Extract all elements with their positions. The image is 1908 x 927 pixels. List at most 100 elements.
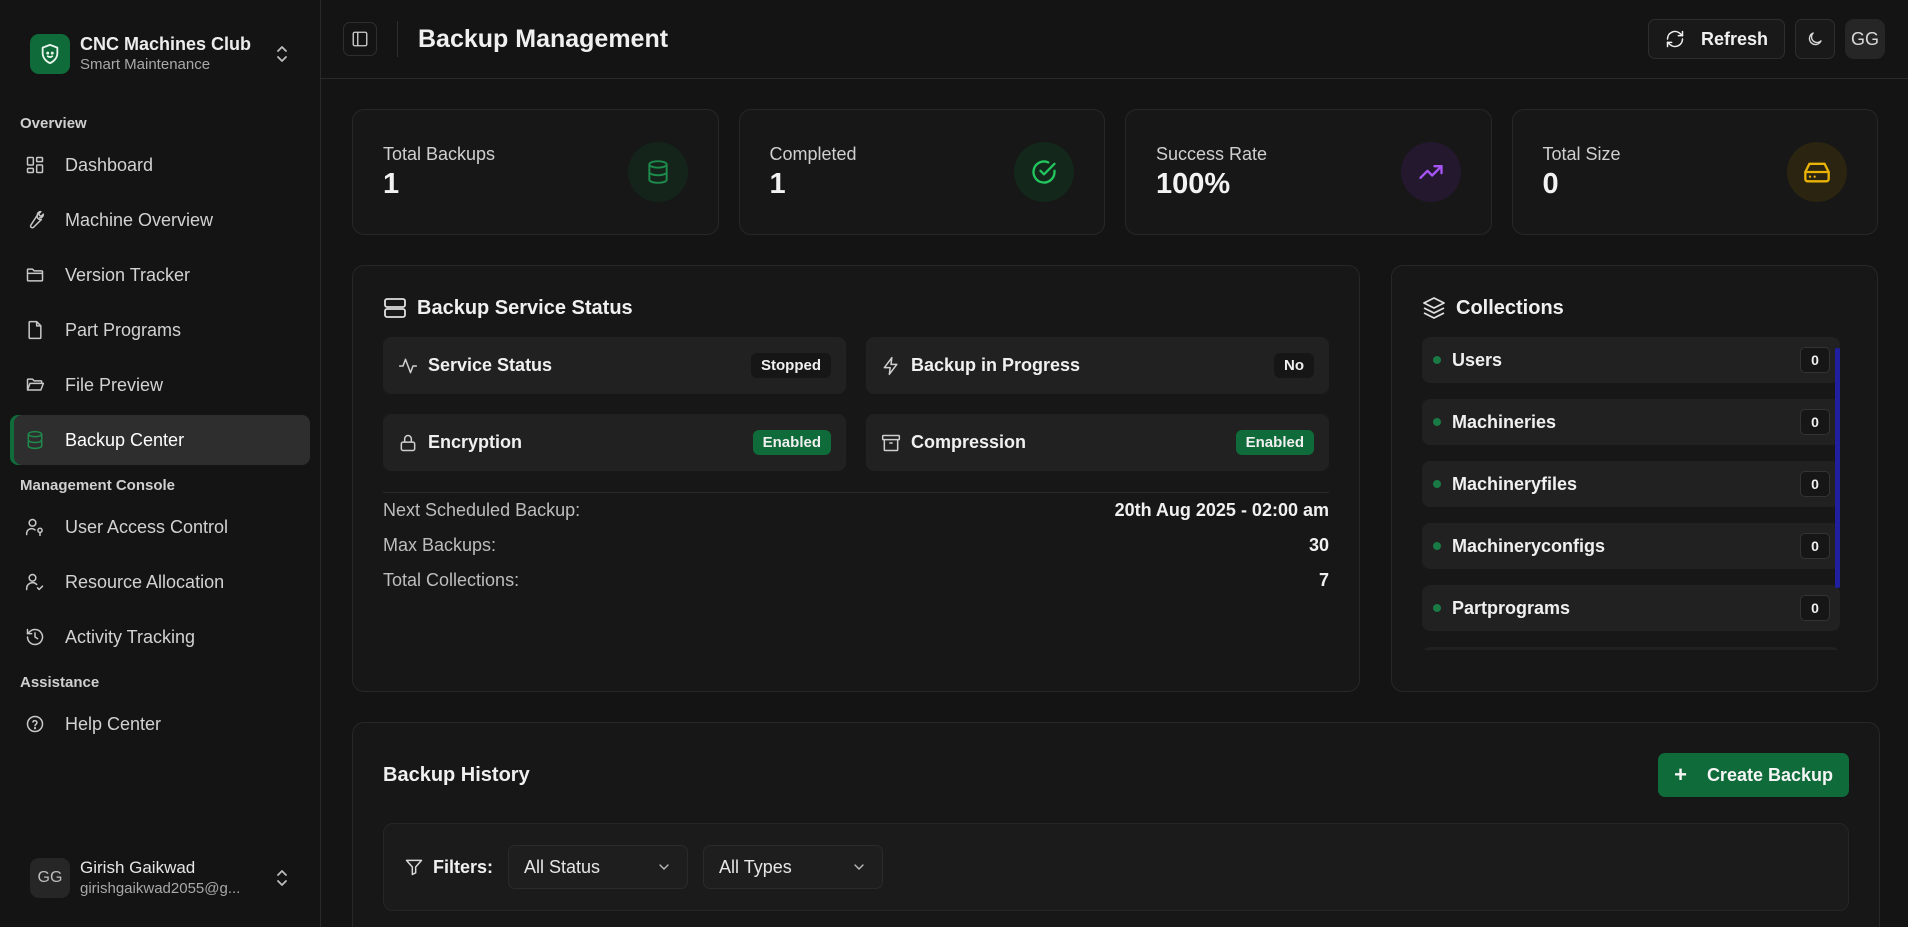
trending-up-icon xyxy=(1400,142,1461,202)
sidebar-item-help-center[interactable]: Help Center xyxy=(10,699,310,749)
section-title: Backup History xyxy=(383,763,530,786)
brand-switcher[interactable]: CNC Machines Club Smart Maintenance xyxy=(0,0,320,108)
refresh-button[interactable]: Refresh xyxy=(1647,19,1785,59)
lock-icon xyxy=(400,434,416,451)
stat-label: Completed xyxy=(769,144,857,164)
collection-name: Machineries xyxy=(1452,411,1557,432)
detail-key: Total Collections: xyxy=(383,570,520,590)
sidebar-item-user-access-control[interactable]: User Access Control xyxy=(10,502,310,552)
main-content: Backup Management Refresh GG Total Backu… xyxy=(321,0,1908,927)
select-value: All Status xyxy=(524,856,601,877)
stat-label: Total Size xyxy=(1542,144,1621,164)
detail-key: Max Backups: xyxy=(383,535,497,555)
database-icon xyxy=(627,142,688,202)
detail-value: 30 xyxy=(1308,535,1329,555)
status-dot xyxy=(1433,542,1441,550)
user-name: Girish Gaikwad xyxy=(80,858,196,877)
collections-card: Collections Users 0 Machineries 0 Machin… xyxy=(1391,265,1878,692)
sidebar-item-label: Help Center xyxy=(65,713,162,734)
collection-count: 0 xyxy=(1800,409,1830,435)
stat-card-total-backups: Total Backups 1 xyxy=(352,109,719,235)
create-backup-button[interactable]: + Create Backup xyxy=(1658,753,1849,797)
scrollbar[interactable] xyxy=(1835,348,1840,588)
status-dot xyxy=(1433,604,1441,612)
tile-label: Backup in Progress xyxy=(911,355,1081,375)
wrench-icon xyxy=(29,210,45,229)
status-filter-select[interactable]: All Status xyxy=(508,845,689,889)
stat-value: 1 xyxy=(383,168,400,200)
plus-icon: + xyxy=(1674,762,1687,787)
chevrons-up-down-icon xyxy=(277,46,287,62)
layers-icon xyxy=(1423,297,1445,319)
refresh-icon xyxy=(1666,30,1684,48)
sidebar-item-label: Resource Allocation xyxy=(65,571,225,592)
stat-value: 0 xyxy=(1542,168,1559,200)
group-label-assistance: Assistance xyxy=(20,674,100,691)
sidebar-item-dashboard[interactable]: Dashboard xyxy=(10,140,310,190)
sidebar-item-label: Dashboard xyxy=(65,154,154,175)
check-circle-icon xyxy=(1014,142,1074,202)
detail-value: 20th Aug 2025 - 02:00 am xyxy=(1114,500,1329,520)
archive-icon xyxy=(881,434,901,451)
sidebar-item-label: Machine Overview xyxy=(65,209,214,230)
select-value: All Types xyxy=(719,856,792,877)
list-item: Machineryfiles 0 xyxy=(1422,461,1840,507)
hard-drive-icon xyxy=(1787,142,1847,202)
card-title: Collections xyxy=(1456,296,1564,319)
grid-icon xyxy=(26,156,44,174)
folder-icon xyxy=(26,268,44,282)
stat-card-completed: Completed 1 xyxy=(738,109,1105,235)
detail-row-total-collections: Total Collections: 7 xyxy=(383,563,1329,598)
sidebar-toggle-button[interactable] xyxy=(343,22,377,56)
collections-list[interactable]: Users 0 Machineries 0 Machineryfiles 0 M… xyxy=(1422,337,1840,650)
status-badge: Enabled xyxy=(1235,430,1314,455)
stat-card-success-rate: Success Rate 100% xyxy=(1125,109,1492,235)
help-circle-icon xyxy=(26,715,44,733)
chevron-down-icon xyxy=(659,864,669,870)
server-icon xyxy=(384,298,406,318)
collection-name: Partprograms xyxy=(1452,597,1571,618)
status-dot xyxy=(1433,418,1441,426)
detail-value: 7 xyxy=(1318,570,1329,590)
stat-label: Success Rate xyxy=(1156,144,1268,164)
status-dot xyxy=(1433,356,1441,364)
detail-key: Next Scheduled Backup: xyxy=(383,500,581,520)
refresh-label: Refresh xyxy=(1700,28,1768,49)
sidebar-item-machine-overview[interactable]: Machine Overview xyxy=(10,195,310,245)
tile-service-status: Service Status Stopped xyxy=(383,337,846,394)
list-item: Machineryconfigs 0 xyxy=(1422,523,1840,569)
sidebar-item-backup-center[interactable]: Backup Center xyxy=(10,415,310,465)
card-title: Backup Service Status xyxy=(417,296,633,319)
sidebar-item-part-programs[interactable]: Part Programs xyxy=(10,305,310,355)
avatar[interactable]: GG xyxy=(1845,19,1885,59)
tile-label: Service Status xyxy=(428,355,553,375)
type-filter-select[interactable]: All Types xyxy=(703,845,884,889)
collection-count: 0 xyxy=(1800,347,1830,373)
sidebar: CNC Machines Club Smart Maintenance Over… xyxy=(0,0,321,927)
sidebar-item-file-preview[interactable]: File Preview xyxy=(10,360,310,410)
status-badge: No xyxy=(1274,353,1314,378)
tile-encryption: Encryption Enabled xyxy=(383,414,846,471)
brand-title: CNC Machines Club xyxy=(80,34,252,54)
collection-name: Machineryfiles xyxy=(1452,473,1578,494)
sidebar-item-activity-tracking[interactable]: Activity Tracking xyxy=(10,612,310,662)
list-item-partial xyxy=(1422,647,1840,650)
theme-toggle-button[interactable] xyxy=(1795,19,1835,59)
user-menu[interactable]: GG Girish Gaikwad girishgaikwad2055@g... xyxy=(0,829,320,927)
status-badge: Stopped xyxy=(751,353,831,378)
topbar: Backup Management Refresh GG xyxy=(321,0,1908,79)
group-label-management-console: Management Console xyxy=(20,477,176,494)
zap-icon xyxy=(883,356,898,375)
panel-left-icon xyxy=(352,31,368,47)
divider xyxy=(397,21,398,57)
sidebar-item-version-tracker[interactable]: Version Tracker xyxy=(10,250,310,300)
collection-name: Users xyxy=(1452,349,1503,370)
chevron-down-icon xyxy=(854,864,864,870)
list-item: Users 0 xyxy=(1422,337,1840,383)
sidebar-item-resource-allocation[interactable]: Resource Allocation xyxy=(10,557,310,607)
sidebar-item-label: Activity Tracking xyxy=(65,626,196,647)
stats-row: Total Backups 1 Completed 1 Success Rate… xyxy=(352,109,1878,235)
stat-value: 1 xyxy=(769,168,786,200)
history-icon xyxy=(26,628,44,646)
filters-bar: Filters: All Status All Types xyxy=(383,823,1849,911)
